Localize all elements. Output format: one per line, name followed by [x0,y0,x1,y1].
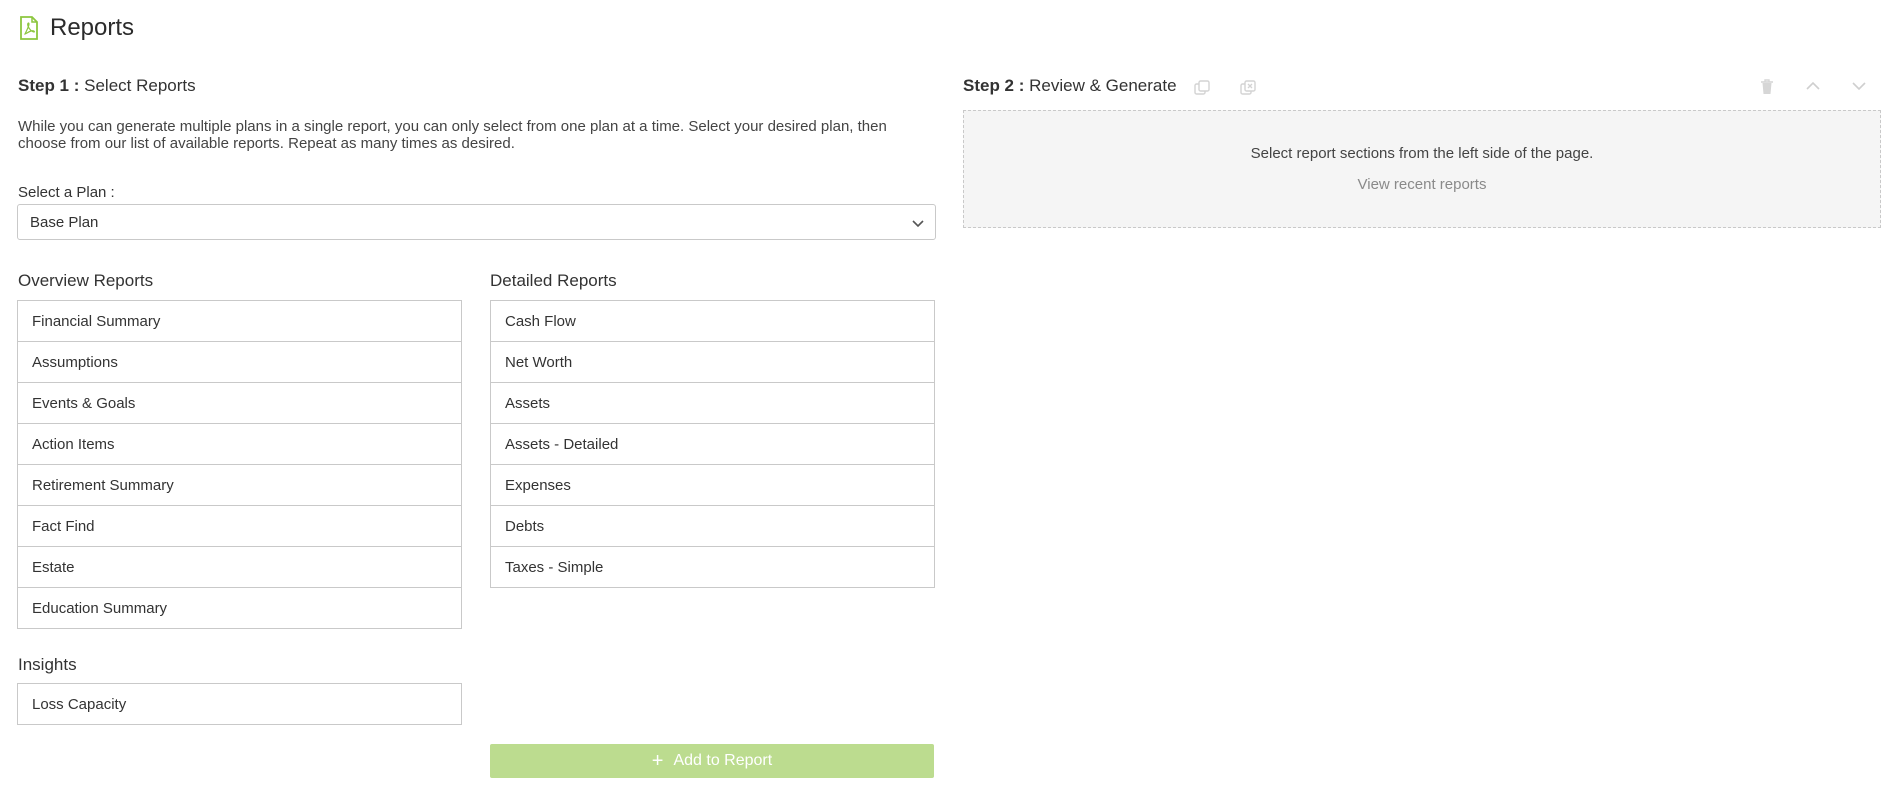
trash-icon[interactable] [1757,77,1777,97]
list-item-loss-capacity[interactable]: Loss Capacity [18,684,461,725]
list-item-estate[interactable]: Estate [18,547,461,588]
chevron-down-icon [912,220,924,228]
chevron-up-icon[interactable] [1803,76,1823,96]
list-item-fact-find[interactable]: Fact Find [18,506,461,547]
review-empty-message: Select report sections from the left sid… [1250,145,1594,162]
list-item-education-summary[interactable]: Education Summary [18,588,461,629]
copy-delete-icon[interactable] [1238,78,1258,98]
plus-icon: + [651,750,664,772]
step2-label: Review & Generate [1029,76,1177,95]
chevron-down-icon[interactable] [1849,76,1869,96]
step1-intro: While you can generate multiple plans in… [18,118,887,152]
view-recent-reports-link[interactable]: View recent reports [964,176,1880,193]
overview-reports-title: Overview Reports [18,271,154,290]
page-header: Reports [18,14,134,42]
list-item-events-goals[interactable]: Events & Goals [18,383,461,424]
copy-icon[interactable] [1192,78,1212,98]
list-item-net-worth[interactable]: Net Worth [491,342,934,383]
page-title: Reports [50,14,135,41]
list-item-assets-detailed[interactable]: Assets - Detailed [491,424,934,465]
pdf-file-icon [20,16,38,40]
add-to-report-button[interactable]: + Add to Report [490,744,934,778]
detailed-reports-list: Cash Flow Net Worth Assets Assets - Deta… [490,300,935,588]
step2-title: Step 2 : Review & Generate [963,76,1177,96]
step1-title: Step 1 : Select Reports [18,76,196,96]
insights-title: Insights [18,655,77,674]
list-item-cash-flow[interactable]: Cash Flow [491,301,934,342]
list-item-financial-summary[interactable]: Financial Summary [18,301,461,342]
step1-label: Select Reports [84,76,196,95]
list-item-expenses[interactable]: Expenses [491,465,934,506]
list-item-taxes-simple[interactable]: Taxes - Simple [491,547,934,588]
list-item-assets[interactable]: Assets [491,383,934,424]
plan-select-label: Select a Plan : [18,184,115,201]
plan-select-value: Base Plan [30,213,99,231]
detailed-reports-title: Detailed Reports [490,271,617,290]
review-drop-area: Select report sections from the left sid… [963,110,1881,228]
add-to-report-label: Add to Report [673,752,773,769]
list-item-assumptions[interactable]: Assumptions [18,342,461,383]
plan-select[interactable]: Base Plan [17,204,936,240]
overview-reports-list: Financial Summary Assumptions Events & G… [17,300,462,629]
list-item-retirement-summary[interactable]: Retirement Summary [18,465,461,506]
list-item-action-items[interactable]: Action Items [18,424,461,465]
step1-prefix: Step 1 : [18,76,80,95]
step2-prefix: Step 2 : [963,76,1025,95]
insights-list: Loss Capacity [17,683,462,725]
list-item-debts[interactable]: Debts [491,506,934,547]
